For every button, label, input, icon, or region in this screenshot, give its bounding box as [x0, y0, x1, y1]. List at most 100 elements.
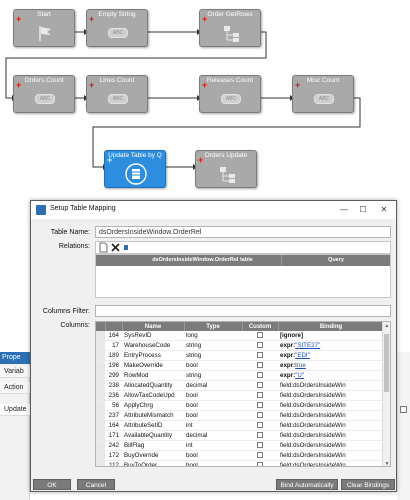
minimize-icon[interactable]: — — [336, 203, 352, 216]
name-cell[interactable]: BillFlag — [122, 440, 184, 451]
delete-icon[interactable] — [110, 242, 122, 253]
type-cell[interactable]: string — [184, 340, 242, 351]
node-start[interactable]: Start + — [13, 9, 75, 47]
table-row[interactable]: 56 ApplyChrg bool field:dsOrdersInsideWin — [96, 400, 384, 411]
plus-icon[interactable]: + — [198, 156, 203, 165]
binding-cell[interactable]: field:dsOrdersInsideWin — [278, 440, 384, 451]
plus-icon[interactable]: + — [16, 81, 21, 90]
row-header[interactable] — [96, 360, 105, 371]
custom-checkbox[interactable] — [257, 392, 263, 399]
table-row[interactable]: 189 EntryProcess string expr:"EDI" — [96, 350, 384, 361]
table-row[interactable]: 164 AttributeSetID int field:dsOrdersInside… — [96, 420, 384, 431]
row-header[interactable] — [96, 370, 105, 381]
properties-row[interactable]: Action — [0, 382, 30, 394]
row-header[interactable] — [96, 390, 105, 401]
binding-cell[interactable]: expr:"U" — [278, 370, 384, 381]
plus-icon[interactable]: + — [89, 15, 94, 24]
custom-cell[interactable] — [242, 340, 278, 351]
table-name-field[interactable]: dsOrdersInsideWindow.OrderRel — [95, 226, 391, 238]
type-cell[interactable]: long — [184, 331, 242, 341]
type-cell[interactable]: decimal — [184, 380, 242, 391]
row-header[interactable] — [96, 400, 105, 411]
node-update-table-by-q[interactable]: Update Table by Q + — [104, 150, 166, 188]
type-cell[interactable]: int — [184, 420, 242, 431]
custom-checkbox[interactable] — [257, 342, 263, 349]
row-header[interactable] — [96, 460, 105, 466]
table-row[interactable]: 242 BillFlag int field:dsOrdersInsideWin — [96, 440, 384, 451]
close-icon[interactable]: ✕ — [376, 203, 392, 216]
binding-cell[interactable]: field:dsOrdersInsideWin — [278, 450, 384, 461]
table-row[interactable]: 238 AllocatedQuantity decimal field:dsOrder… — [96, 380, 384, 391]
custom-checkbox[interactable] — [257, 462, 263, 466]
binding-link[interactable]: "U" — [295, 372, 304, 379]
type-cell[interactable]: bool — [184, 450, 242, 461]
cancel-button[interactable]: Cancel — [77, 479, 115, 490]
type-cell[interactable]: bool — [184, 360, 242, 371]
col-header-name[interactable]: Name — [122, 322, 185, 331]
scroll-thumb[interactable] — [384, 334, 389, 392]
node-releases-count[interactable]: Releases Count + ABC — [199, 75, 261, 113]
binding-cell[interactable]: field:dsOrdersInsideWin — [278, 430, 384, 441]
table-row[interactable]: 237 AttributeMismatch bool field:dsOrdersIn… — [96, 410, 384, 421]
row-header[interactable] — [96, 420, 105, 431]
node-empty-string[interactable]: Empty String + ABC — [86, 9, 148, 47]
custom-cell[interactable] — [242, 390, 278, 401]
properties-row[interactable]: Update — [0, 404, 30, 416]
plus-icon[interactable]: + — [202, 15, 207, 24]
binding-link[interactable]: true — [295, 362, 306, 369]
table-row[interactable]: 164 SysRevID long [ignore] — [96, 331, 384, 341]
name-cell[interactable]: WarehouseCode — [122, 340, 184, 351]
custom-cell[interactable] — [242, 360, 278, 371]
custom-checkbox[interactable] — [257, 432, 263, 439]
vertical-scrollbar[interactable]: ▲ ▼ — [382, 322, 390, 466]
name-cell[interactable]: MakeOverride — [122, 360, 184, 371]
name-cell[interactable]: SysRevID — [122, 331, 184, 341]
row-header[interactable] — [96, 350, 105, 361]
binding-cell[interactable]: field:dsOrdersInsideWin — [278, 400, 384, 411]
binding-cell[interactable]: field:dsOrdersInsideWin — [278, 410, 384, 421]
binding-link[interactable]: "SITE27" — [295, 342, 320, 349]
custom-checkbox[interactable] — [257, 332, 263, 339]
plus-icon[interactable]: + — [295, 81, 300, 90]
custom-cell[interactable] — [242, 440, 278, 451]
custom-cell[interactable] — [242, 420, 278, 431]
binding-cell[interactable]: field:dsOrdersInsideWin — [278, 390, 384, 401]
columns-grid[interactable]: Name Type Custom Binding 164 SysRevID long… — [95, 321, 391, 467]
custom-cell[interactable] — [242, 331, 278, 341]
plus-icon[interactable]: + — [107, 156, 112, 165]
table-row[interactable]: 299 RowMod string expr:"U" — [96, 370, 384, 381]
type-cell[interactable]: bool — [184, 390, 242, 401]
row-header[interactable] — [96, 340, 105, 351]
binding-cell[interactable]: [ignore] — [278, 331, 384, 341]
custom-checkbox[interactable] — [257, 412, 263, 419]
name-cell[interactable]: AttributeSetID — [122, 420, 184, 431]
name-cell[interactable]: EntryProcess — [122, 350, 184, 361]
binding-link[interactable]: "EDI" — [295, 352, 310, 359]
bind-automatically-button[interactable]: Bind Automatically — [276, 479, 338, 490]
row-header[interactable] — [96, 440, 105, 451]
binding-cell[interactable]: expr:"EDI" — [278, 350, 384, 361]
table-row[interactable]: 236 AllowTaxCodeUpd bool field:dsOrdersInsi… — [96, 390, 384, 401]
table-row[interactable]: 112 BuyToOrder bool field:dsOrdersInsideWin — [96, 460, 384, 466]
custom-cell[interactable] — [242, 450, 278, 461]
name-cell[interactable]: ApplyChrg — [122, 400, 184, 411]
row-header[interactable] — [96, 331, 105, 341]
custom-cell[interactable] — [242, 400, 278, 411]
clear-bindings-button[interactable]: Clear Bindings — [341, 479, 395, 490]
columns-filter-input[interactable] — [95, 305, 391, 317]
node-lines-count[interactable]: Lines Count + ABC — [86, 75, 148, 113]
row-header[interactable] — [96, 450, 105, 461]
plus-icon[interactable]: + — [202, 81, 207, 90]
table-row[interactable]: 172 BuyOverride bool field:dsOrdersInsideWi… — [96, 450, 384, 461]
table-row[interactable]: 17 WarehouseCode string expr:"SITE27" — [96, 340, 384, 351]
properties-row[interactable]: Variab — [0, 366, 30, 378]
custom-checkbox[interactable] — [257, 372, 263, 379]
maximize-icon[interactable]: ☐ — [355, 203, 371, 216]
row-header[interactable] — [96, 380, 105, 391]
binding-cell[interactable]: expr:"SITE27" — [278, 340, 384, 351]
node-misc-count[interactable]: Misc Count + ABC — [292, 75, 354, 113]
node-order-getrows[interactable]: Order GetRows + — [199, 9, 261, 47]
custom-cell[interactable] — [242, 350, 278, 361]
custom-checkbox[interactable] — [257, 362, 263, 369]
type-cell[interactable]: string — [184, 370, 242, 381]
